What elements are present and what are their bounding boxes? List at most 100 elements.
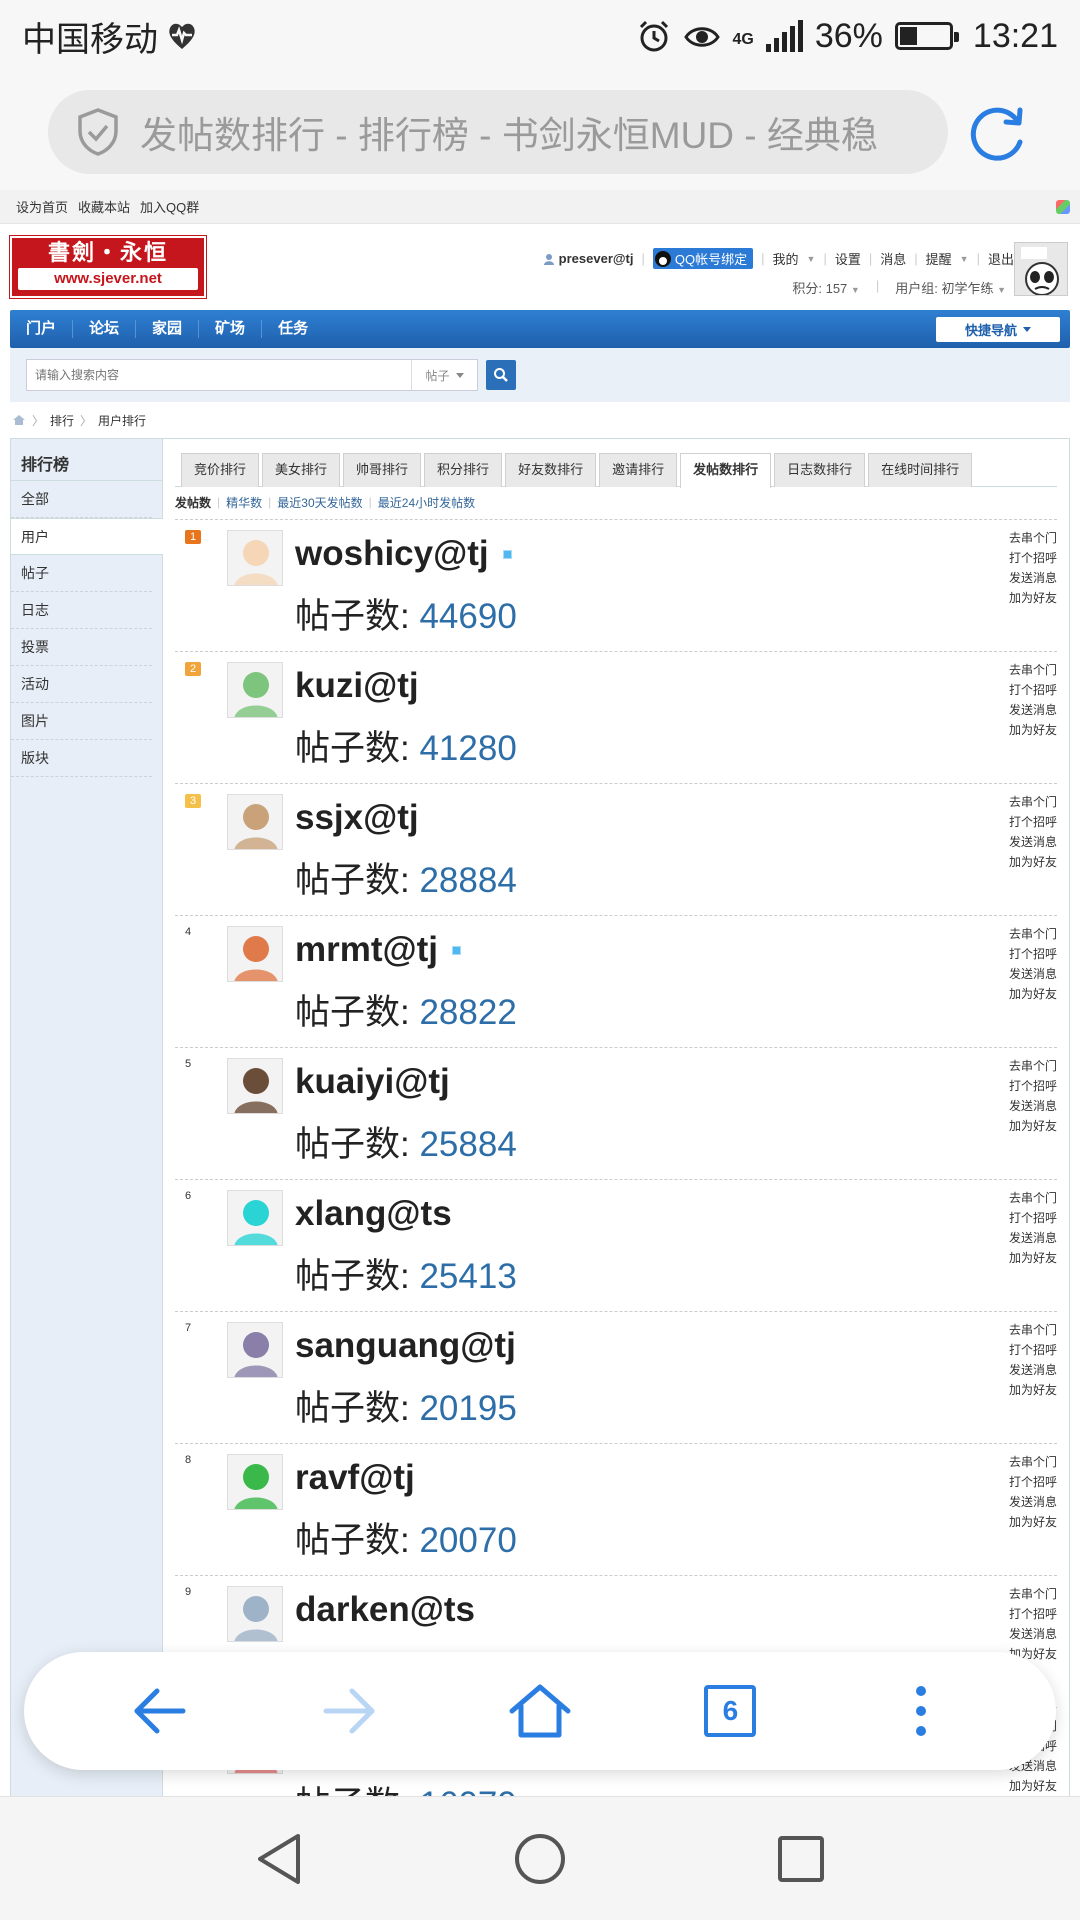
breadcrumb-ranking[interactable]: 排行 <box>50 412 74 429</box>
tabs-button[interactable]: 6 <box>685 1666 775 1756</box>
send-message-link[interactable]: 发送消息 <box>1009 964 1057 984</box>
system-home-icon[interactable] <box>513 1832 567 1886</box>
theme-palette-icon[interactable] <box>1056 200 1070 214</box>
add-friend-link[interactable]: 加为好友 <box>1009 1512 1057 1532</box>
username-link[interactable]: kuzi@tj <box>295 666 419 706</box>
reminders-menu[interactable]: 提醒 <box>926 249 952 268</box>
sidebar-item-polls[interactable]: 投票 <box>11 629 152 666</box>
sidebar-item-all[interactable]: 全部 <box>11 481 152 518</box>
subtab-30days[interactable]: 最近30天发帖数 <box>277 494 362 511</box>
add-friend-link[interactable]: 加为好友 <box>1009 1380 1057 1400</box>
sidebar-item-activities[interactable]: 活动 <box>11 666 152 703</box>
visit-link[interactable]: 去串个门 <box>1009 792 1057 812</box>
add-friend-link[interactable]: 加为好友 <box>1009 588 1057 608</box>
tab-blogs[interactable]: 日志数排行 <box>774 453 866 487</box>
home-icon[interactable] <box>12 414 26 426</box>
add-friend-link[interactable]: 加为好友 <box>1009 1248 1057 1268</box>
tab-posts[interactable]: 发帖数排行 <box>680 453 772 488</box>
user-avatar[interactable] <box>227 794 283 850</box>
logout-link[interactable]: 退出 <box>988 249 1014 268</box>
send-message-link[interactable]: 发送消息 <box>1009 1096 1057 1116</box>
visit-link[interactable]: 去串个门 <box>1009 1056 1057 1076</box>
user-avatar[interactable] <box>227 1058 283 1114</box>
add-friend-link[interactable]: 加为好友 <box>1009 720 1057 740</box>
bookmark-link[interactable]: 收藏本站 <box>78 197 130 216</box>
visit-link[interactable]: 去串个门 <box>1009 528 1057 548</box>
visit-link[interactable]: 去串个门 <box>1009 1320 1057 1340</box>
nav-forum[interactable]: 论坛 <box>73 320 137 338</box>
nav-home[interactable]: 家园 <box>136 320 200 338</box>
user-avatar[interactable] <box>227 662 283 718</box>
greet-link[interactable]: 打个招呼 <box>1009 1604 1057 1624</box>
greet-link[interactable]: 打个招呼 <box>1009 1472 1057 1492</box>
qq-bind-button[interactable]: QQ帐号绑定 <box>652 248 754 269</box>
search-input[interactable] <box>27 360 411 390</box>
subtab-digest[interactable]: 精华数 <box>226 494 262 511</box>
username-link[interactable]: xlang@ts <box>295 1194 452 1234</box>
home-button[interactable] <box>495 1666 585 1756</box>
nav-portal[interactable]: 门户 <box>10 320 74 338</box>
points-menu[interactable]: 积分: 157 ▼ <box>792 278 859 297</box>
username-link[interactable]: ssjx@tj <box>295 798 419 838</box>
greet-link[interactable]: 打个招呼 <box>1009 1076 1057 1096</box>
messages-link[interactable]: 消息 <box>880 249 906 268</box>
join-qq-group-link[interactable]: 加入QQ群 <box>140 197 199 216</box>
greet-link[interactable]: 打个招呼 <box>1009 812 1057 832</box>
username-link[interactable]: woshicy@tj <box>295 534 512 574</box>
my-avatar[interactable] <box>1014 242 1068 296</box>
nav-tasks[interactable]: 任务 <box>262 320 324 338</box>
add-friend-link[interactable]: 加为好友 <box>1009 1776 1057 1796</box>
greet-link[interactable]: 打个招呼 <box>1009 944 1057 964</box>
sidebar-item-forums[interactable]: 版块 <box>11 740 152 777</box>
greet-link[interactable]: 打个招呼 <box>1009 548 1057 568</box>
user-group-menu[interactable]: 用户组: 初学乍练 ▼ <box>895 278 1006 297</box>
search-button[interactable] <box>486 360 516 390</box>
site-logo[interactable]: 書劍・永恒 www.sjever.net <box>9 235 207 299</box>
address-bar[interactable]: 发帖数排行 - 排行榜 - 书剑永恒MUD - 经典稳 <box>48 90 948 174</box>
user-avatar[interactable] <box>227 1322 283 1378</box>
reload-icon[interactable] <box>968 102 1030 164</box>
tab-bid[interactable]: 竞价排行 <box>181 453 260 487</box>
user-avatar[interactable] <box>227 1190 283 1246</box>
sidebar-item-blogs[interactable]: 日志 <box>11 592 152 629</box>
username-link[interactable]: darken@ts <box>295 1590 475 1630</box>
quick-nav-button[interactable]: 快捷导航 <box>936 317 1060 342</box>
send-message-link[interactable]: 发送消息 <box>1009 1492 1057 1512</box>
username-link[interactable]: kuaiyi@tj <box>295 1062 450 1102</box>
user-avatar[interactable] <box>227 530 283 586</box>
visit-link[interactable]: 去串个门 <box>1009 924 1057 944</box>
tab-points[interactable]: 积分排行 <box>424 453 503 487</box>
visit-link[interactable]: 去串个门 <box>1009 1584 1057 1604</box>
sidebar-item-threads[interactable]: 帖子 <box>11 555 152 592</box>
system-back-icon[interactable] <box>254 1832 304 1886</box>
greet-link[interactable]: 打个招呼 <box>1009 1340 1057 1360</box>
back-button[interactable] <box>114 1666 204 1756</box>
send-message-link[interactable]: 发送消息 <box>1009 1624 1057 1644</box>
username-link[interactable]: presever@tj <box>543 251 634 266</box>
user-avatar[interactable] <box>227 1454 283 1510</box>
send-message-link[interactable]: 发送消息 <box>1009 700 1057 720</box>
tab-friends[interactable]: 好友数排行 <box>505 453 597 487</box>
user-avatar[interactable] <box>227 1586 283 1642</box>
system-recents-icon[interactable] <box>776 1834 826 1884</box>
subtab-24hours[interactable]: 最近24小时发帖数 <box>378 494 475 511</box>
tab-beauty[interactable]: 美女排行 <box>262 453 341 487</box>
sidebar-item-users[interactable]: 用户 <box>11 518 163 555</box>
send-message-link[interactable]: 发送消息 <box>1009 568 1057 588</box>
add-friend-link[interactable]: 加为好友 <box>1009 852 1057 872</box>
greet-link[interactable]: 打个招呼 <box>1009 1208 1057 1228</box>
more-menu-button[interactable] <box>876 1666 966 1756</box>
sidebar-item-pictures[interactable]: 图片 <box>11 703 152 740</box>
tab-online-time[interactable]: 在线时间排行 <box>868 453 973 487</box>
visit-link[interactable]: 去串个门 <box>1009 1188 1057 1208</box>
search-type-select[interactable]: 帖子 <box>411 360 477 390</box>
set-homepage-link[interactable]: 设为首页 <box>16 197 68 216</box>
nav-mine[interactable]: 矿场 <box>199 320 263 338</box>
my-menu[interactable]: 我的 <box>773 249 799 268</box>
username-link[interactable]: mrmt@tj <box>295 930 462 970</box>
add-friend-link[interactable]: 加为好友 <box>1009 1116 1057 1136</box>
send-message-link[interactable]: 发送消息 <box>1009 832 1057 852</box>
greet-link[interactable]: 打个招呼 <box>1009 680 1057 700</box>
send-message-link[interactable]: 发送消息 <box>1009 1228 1057 1248</box>
user-avatar[interactable] <box>227 926 283 982</box>
